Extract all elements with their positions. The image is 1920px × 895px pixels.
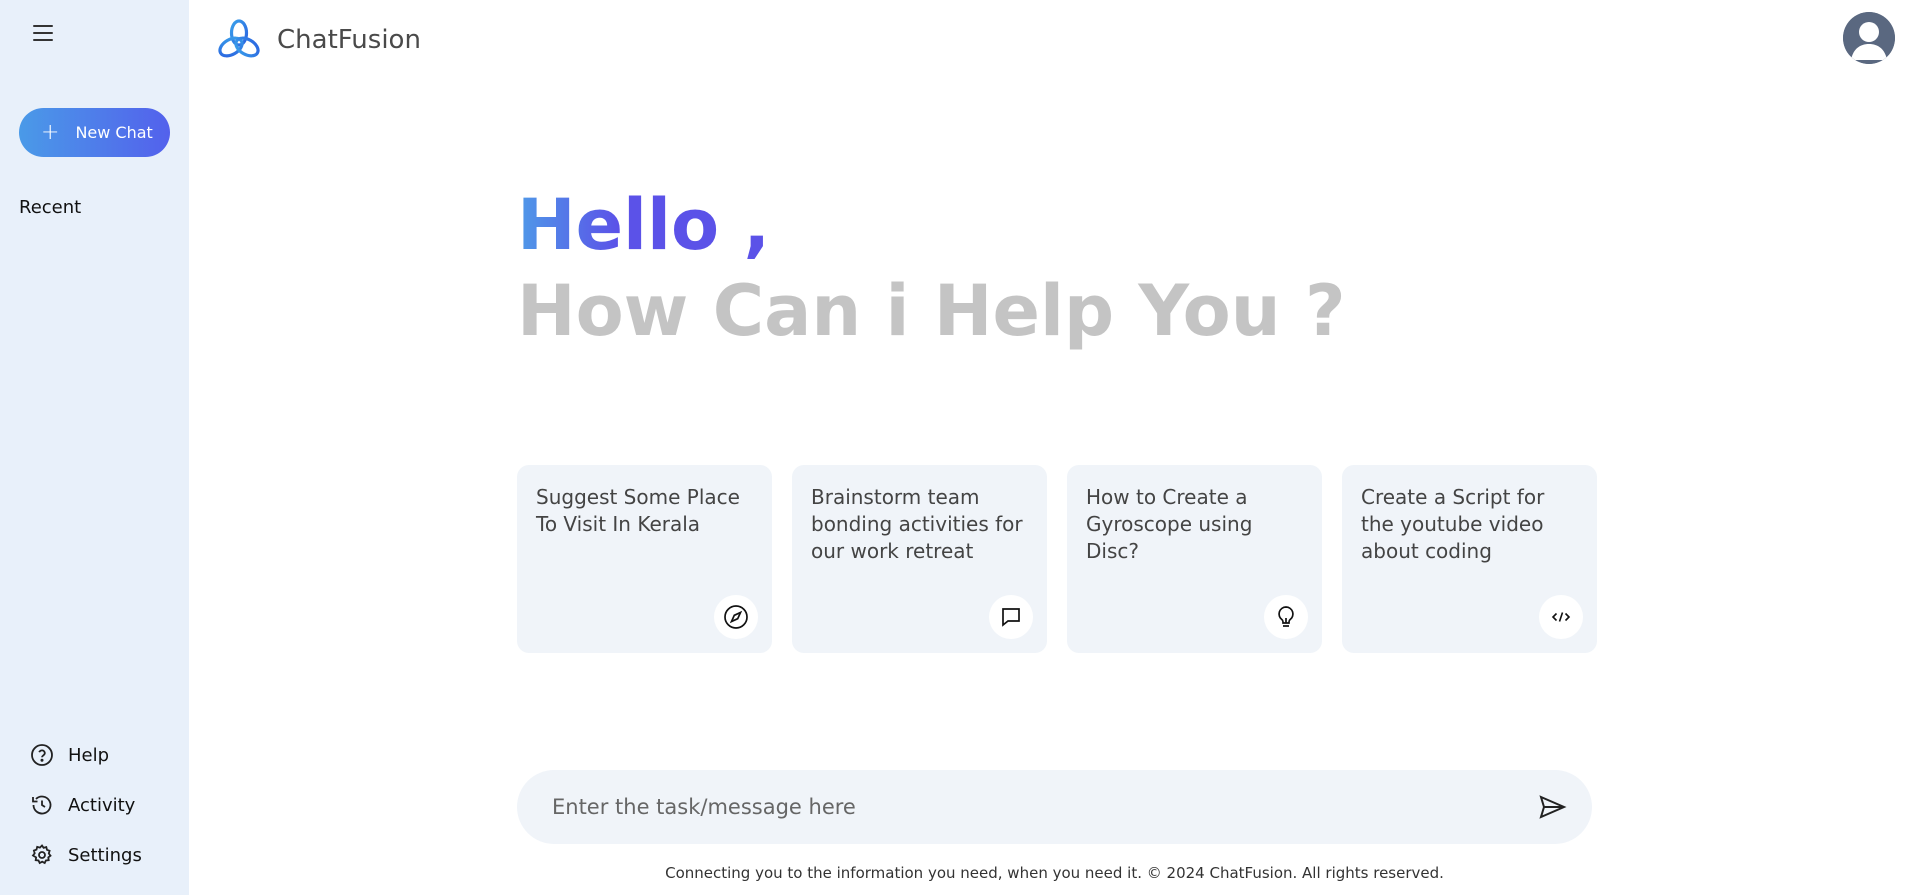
sidebar: + New Chat Recent Help Activity Settings	[0, 0, 189, 895]
sidebar-item-help[interactable]: Help	[30, 730, 142, 780]
app-logo[interactable]: ChatFusion	[215, 16, 421, 64]
plus-icon: +	[41, 119, 60, 145]
new-chat-label: New Chat	[75, 123, 153, 142]
compass-icon	[714, 595, 758, 639]
logo-icon	[218, 19, 260, 58]
user-icon	[1843, 12, 1895, 64]
message-icon	[989, 595, 1033, 639]
suggestion-card[interactable]: Brainstorm team bonding activities for o…	[792, 465, 1047, 653]
message-input-bar	[517, 770, 1592, 844]
sidebar-bottom-menu: Help Activity Settings	[30, 730, 142, 880]
new-chat-button[interactable]: + New Chat	[19, 108, 170, 157]
card-text: Suggest Some Place To Visit In Kerala	[536, 485, 740, 536]
app-name: ChatFusion	[277, 25, 421, 55]
message-input[interactable]	[552, 795, 1536, 819]
sidebar-item-label: Activity	[68, 794, 136, 816]
sidebar-item-label: Help	[68, 744, 110, 766]
help-icon	[31, 744, 53, 766]
card-text: Brainstorm team bonding activities for o…	[811, 485, 1023, 563]
suggestion-card[interactable]: Create a Script for the youtube video ab…	[1342, 465, 1597, 653]
suggestion-cards: Suggest Some Place To Visit In Kerala Br…	[517, 465, 1597, 653]
gear-icon	[31, 844, 52, 865]
history-icon	[32, 795, 52, 815]
sidebar-item-settings[interactable]: Settings	[30, 830, 142, 880]
send-icon[interactable]	[1536, 791, 1568, 823]
sidebar-item-label: Settings	[68, 844, 142, 866]
greeting-subtitle: How Can i Help You ?	[517, 270, 1346, 352]
bulb-icon	[1264, 595, 1308, 639]
hamburger-menu-icon[interactable]	[30, 22, 56, 44]
card-text: How to Create a Gyroscope using Disc?	[1086, 485, 1253, 563]
greeting-hello: Hello ,	[517, 184, 771, 266]
recent-heading: Recent	[19, 197, 82, 218]
app-root: + New Chat Recent Help Activity Settings…	[0, 0, 1920, 895]
sidebar-item-activity[interactable]: Activity	[30, 780, 142, 830]
footer-note: Connecting you to the information you ne…	[665, 864, 1444, 882]
suggestion-card[interactable]: Suggest Some Place To Visit In Kerala	[517, 465, 772, 653]
suggestion-card[interactable]: How to Create a Gyroscope using Disc?	[1067, 465, 1322, 653]
code-icon	[1539, 595, 1583, 639]
card-text: Create a Script for the youtube video ab…	[1361, 485, 1545, 563]
greeting: Hello , How Can i Help You ?	[517, 182, 1346, 354]
user-avatar[interactable]	[1843, 12, 1895, 64]
